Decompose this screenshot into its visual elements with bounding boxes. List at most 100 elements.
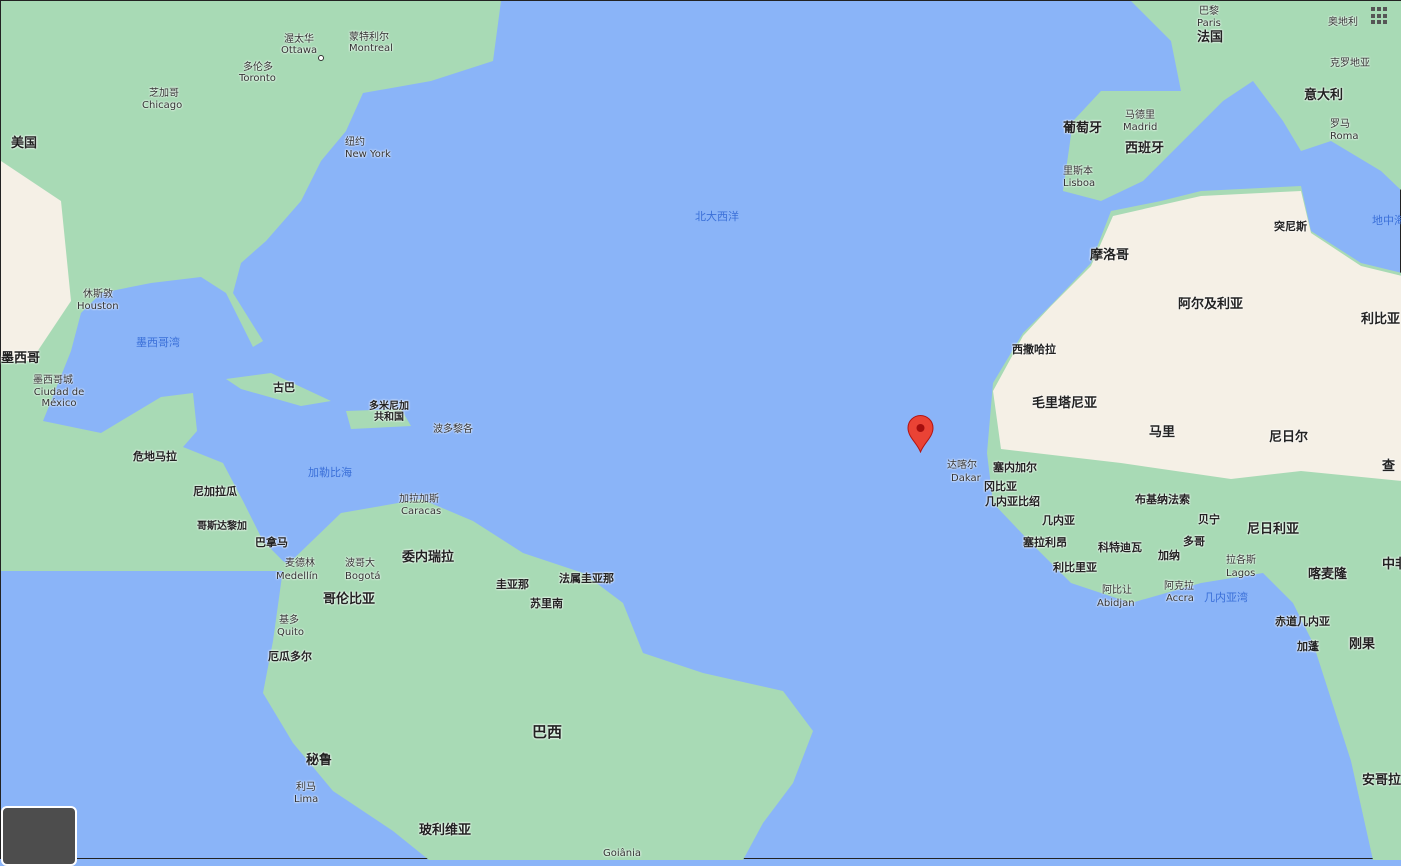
country-label: 厄瓜多尔 — [268, 650, 312, 663]
country-label: 刚果 — [1349, 637, 1376, 652]
city-label: 达喀尔 — [947, 460, 977, 471]
city-label: 马德里 — [1125, 110, 1155, 121]
city-label: Chicago — [142, 100, 183, 111]
city-label: Medellín — [276, 571, 318, 582]
city-label: Lima — [294, 794, 319, 805]
city-label: Houston — [77, 301, 119, 312]
country-label: 布基纳法索 — [1135, 493, 1190, 506]
country-label: 西班牙 — [1125, 141, 1165, 156]
city-label: Lagos — [1226, 568, 1256, 579]
city-dot — [318, 55, 324, 61]
city-label: 巴黎 — [1199, 6, 1219, 17]
city-label: Goiânia — [603, 848, 642, 859]
city-label: Toronto — [239, 73, 276, 84]
city-label: 芝加哥 — [149, 88, 179, 99]
city-label: 加拉加斯 — [399, 494, 439, 505]
layers-toggle-button[interactable] — [1, 806, 77, 866]
water-label: 墨西哥湾 — [136, 336, 180, 349]
city-label: 阿比让 — [1102, 585, 1132, 596]
city-label: 里斯本 — [1063, 166, 1093, 177]
country-label: 意大利 — [1304, 88, 1344, 103]
city-label: Caracas — [401, 506, 442, 517]
city-label: Bogotá — [345, 571, 381, 582]
south-america-land — [263, 499, 813, 860]
country-label: 哥斯达黎加 — [197, 521, 247, 532]
country-label-usa: 美国 — [11, 136, 38, 151]
country-label: 中非 — [1382, 557, 1401, 572]
north-america-land — [1, 1, 501, 571]
country-label: 阿尔及利亚 — [1178, 297, 1244, 312]
city-label: Lisboa — [1063, 178, 1096, 189]
country-label: 葡萄牙 — [1063, 121, 1103, 136]
city-label: 罗马 — [1330, 119, 1350, 130]
country-label: 冈比亚 — [984, 480, 1017, 493]
country-label: 毛里塔尼亚 — [1032, 396, 1098, 411]
ocean-label: 北大西洋 — [695, 210, 739, 223]
city-label: Roma — [1330, 131, 1359, 142]
country-label: 委内瑞拉 — [402, 550, 455, 565]
country-label: 科特迪瓦 — [1098, 541, 1142, 554]
map-canvas[interactable]: 美国 渥太华 Ottawa 蒙特利尔 Montreal 多伦多 Toronto … — [0, 0, 1401, 866]
sahara-desert — [993, 191, 1401, 481]
country-label: 玻利维亚 — [419, 823, 472, 838]
grid-icon[interactable] — [1371, 7, 1389, 25]
city-label: 蒙特利尔 — [349, 32, 389, 43]
city-label: 拉各斯 — [1226, 555, 1256, 566]
water-label: 地中海 — [1372, 214, 1401, 227]
city-label: 波哥大 — [345, 558, 375, 569]
country-label: 法属圭亚那 — [559, 572, 614, 585]
map-land — [1, 1, 1401, 860]
country-label: 几内亚 — [1042, 514, 1075, 527]
country-label: 贝宁 — [1198, 513, 1220, 526]
city-label: 墨西哥城 — [33, 375, 73, 386]
map-pin-icon[interactable] — [907, 415, 934, 457]
city-label: 纽约 — [345, 137, 365, 148]
city-label: Quito — [277, 627, 305, 638]
city-label: 基多 — [279, 615, 299, 626]
water-label: 加勒比海 — [308, 466, 352, 479]
country-label: 几内亚比绍 — [985, 495, 1040, 508]
city-label: 多伦多 — [243, 62, 273, 73]
city-label: 利马 — [296, 782, 316, 793]
country-label: 秘鲁 — [306, 753, 333, 768]
city-label: 阿克拉 — [1164, 581, 1194, 592]
country-label: 墨西哥 — [1, 351, 41, 366]
country-label: 安哥拉 — [1362, 773, 1401, 788]
country-label: 加纳 — [1158, 549, 1180, 562]
city-label: Accra — [1166, 593, 1194, 604]
city-label: Ottawa — [281, 45, 318, 56]
country-label: 加蓬 — [1297, 640, 1319, 653]
city-label: Ciudad de México — [33, 387, 85, 409]
country-label: 马里 — [1149, 425, 1176, 440]
country-label: 危地马拉 — [133, 450, 177, 463]
country-label: 尼日利亚 — [1247, 522, 1300, 537]
city-label: 渥太华 — [284, 34, 314, 45]
country-label: 利比里亚 — [1053, 561, 1097, 574]
europe-land — [1063, 1, 1401, 201]
water-label: 几内亚湾 — [1204, 591, 1248, 604]
country-label: 塞内加尔 — [993, 461, 1037, 474]
city-label: Dakar — [951, 473, 981, 484]
country-label: 西撒哈拉 — [1012, 343, 1056, 356]
country-label: 突尼斯 — [1274, 220, 1307, 233]
region-label: 波多黎各 — [433, 424, 473, 435]
city-label: Paris — [1197, 18, 1221, 29]
city-label: 休斯敦 — [83, 289, 113, 300]
country-label: 查 — [1382, 459, 1396, 474]
country-label: 多米尼加 共和国 — [369, 401, 409, 423]
country-label: 哥伦比亚 — [323, 592, 376, 607]
country-label: 克罗地亚 — [1330, 58, 1370, 69]
country-label: 喀麦隆 — [1308, 567, 1348, 582]
country-label: 巴西 — [532, 723, 563, 741]
city-label: Abidjan — [1097, 598, 1135, 609]
country-label: 巴拿马 — [255, 536, 288, 549]
city-label: 麦德林 — [285, 558, 315, 569]
country-label: 苏里南 — [530, 597, 563, 610]
country-label: 尼日尔 — [1269, 430, 1309, 445]
country-label: 法国 — [1197, 30, 1224, 45]
country-label: 塞拉利昂 — [1023, 536, 1067, 549]
country-label: 古巴 — [273, 381, 295, 394]
city-label: Montreal — [349, 43, 393, 54]
country-label: 摩洛哥 — [1090, 248, 1130, 263]
country-label: 圭亚那 — [496, 578, 529, 591]
